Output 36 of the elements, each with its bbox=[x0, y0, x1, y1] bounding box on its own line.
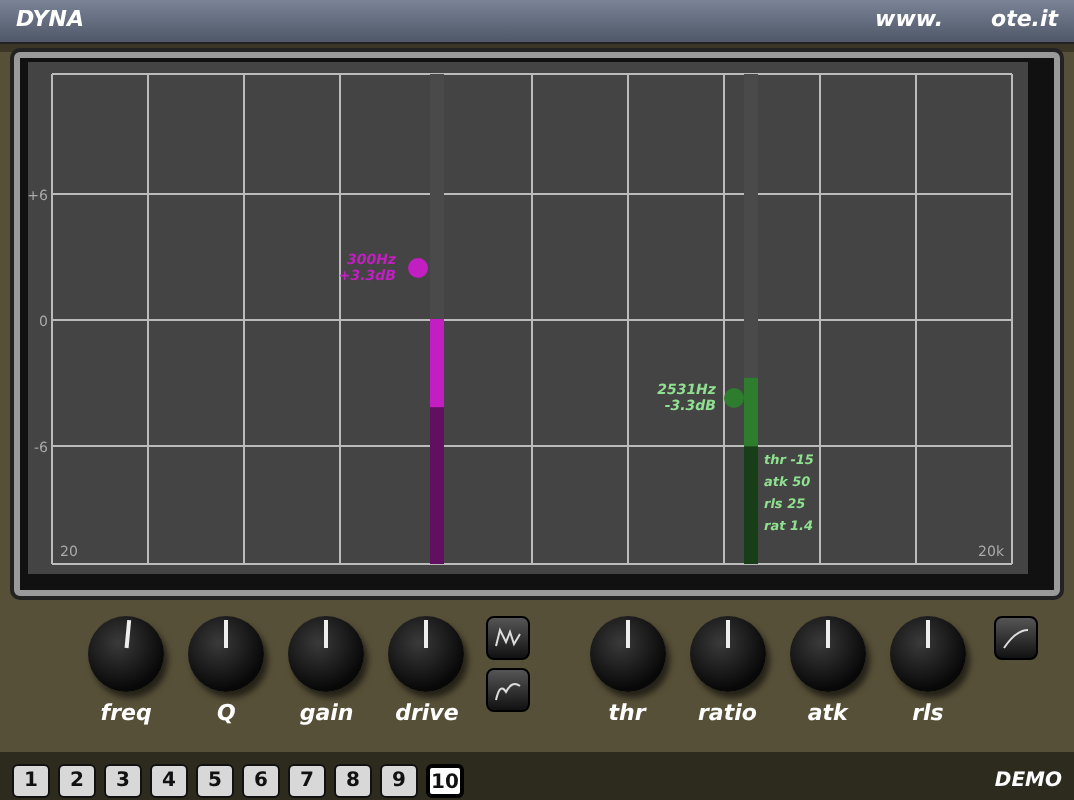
website-link[interactable]: www. bbox=[875, 4, 944, 38]
shape-button[interactable] bbox=[485, 668, 529, 712]
demo-label: DEMO bbox=[994, 767, 1062, 795]
knob-label: ratio bbox=[697, 700, 757, 728]
preset-button[interactable]: 3 bbox=[104, 763, 142, 797]
preset-button[interactable]: 4 bbox=[150, 763, 188, 797]
rotary-knob[interactable] bbox=[889, 616, 966, 692]
preset-button[interactable]: 6 bbox=[242, 763, 280, 797]
shape-button[interactable] bbox=[485, 616, 529, 660]
preset-button[interactable]: 10 bbox=[426, 763, 464, 797]
plugin-title: DYNA bbox=[16, 4, 84, 37]
preset-button[interactable]: 8 bbox=[334, 763, 372, 797]
preset-button[interactable]: 5 bbox=[196, 763, 234, 797]
preset-button[interactable]: 1 bbox=[12, 763, 50, 797]
rotary-knob[interactable] bbox=[589, 616, 666, 692]
rotary-knob[interactable] bbox=[388, 616, 465, 692]
knob-label: atk bbox=[807, 700, 848, 728]
knob-label: thr bbox=[608, 700, 646, 728]
rotary-knob[interactable] bbox=[789, 616, 866, 692]
curve-button[interactable] bbox=[994, 616, 1038, 660]
shape-icon bbox=[493, 678, 521, 702]
rotary-knob[interactable] bbox=[288, 616, 365, 692]
curve-icon bbox=[1002, 626, 1030, 650]
rotary-knob[interactable] bbox=[88, 616, 165, 692]
shape-icon bbox=[493, 626, 521, 650]
knob-label: drive bbox=[395, 700, 459, 728]
preset-button[interactable]: 2 bbox=[58, 763, 96, 797]
knob-label: Q bbox=[217, 700, 236, 728]
preset-button[interactable]: 7 bbox=[288, 763, 326, 797]
preset-button[interactable]: 9 bbox=[380, 763, 418, 797]
rotary-knob[interactable] bbox=[188, 616, 265, 692]
knob-label: gain bbox=[299, 700, 354, 728]
knob-label: freq bbox=[100, 700, 152, 728]
knob-label: rls bbox=[912, 700, 944, 728]
website-link[interactable]: ote.it bbox=[991, 4, 1058, 38]
rotary-knob[interactable] bbox=[689, 616, 766, 692]
